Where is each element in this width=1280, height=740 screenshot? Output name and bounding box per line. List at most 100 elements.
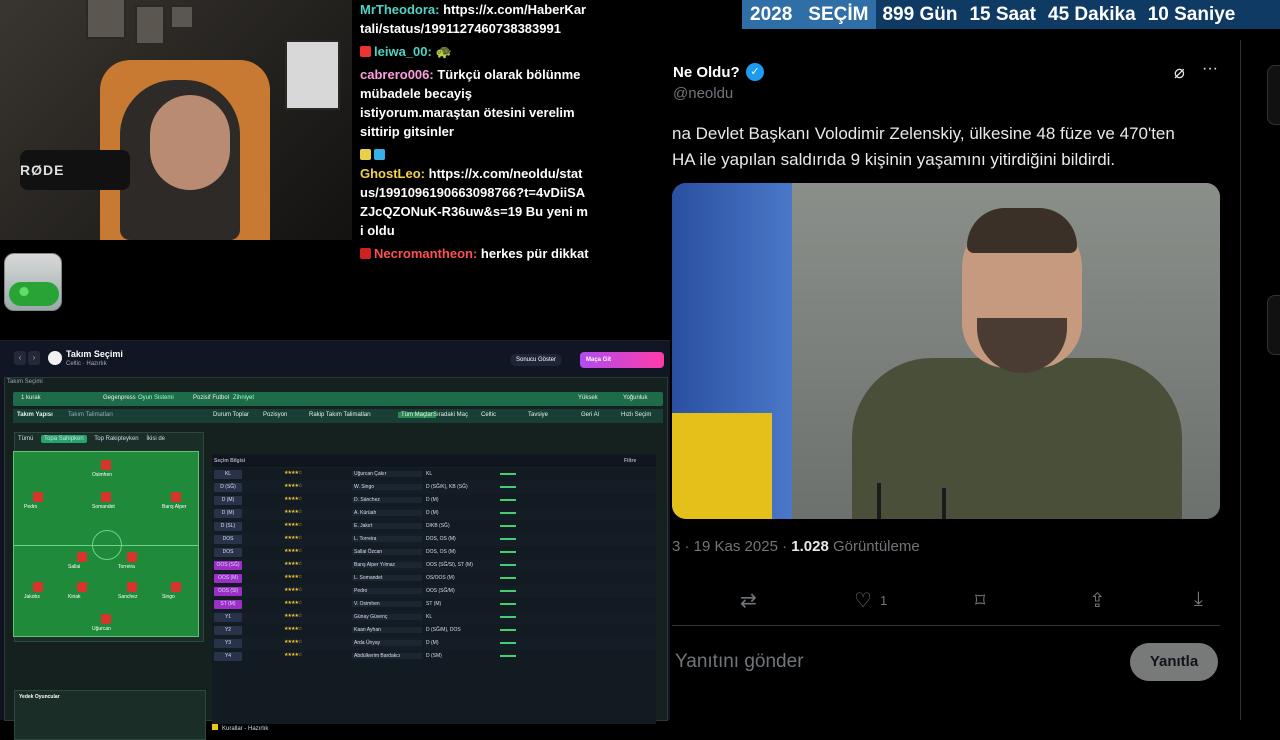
- player-name[interactable]: Sallai Özcan: [352, 549, 422, 555]
- table-row[interactable]: Y1 ★★★★☆ Günay Güvenç KL: [212, 611, 656, 624]
- chat-username[interactable]: cabrero006: [360, 67, 429, 82]
- table-row[interactable]: DOS ★★★★☆ Sallai Özcan DOS, OS (M): [212, 546, 656, 559]
- position-badge: OOS (SĞ): [214, 561, 242, 570]
- table-row[interactable]: D (SĞ) ★★★★☆ W. Singo D (SĞ/K), KB (SĞ): [212, 481, 656, 494]
- club-filter[interactable]: Celtic: [481, 412, 496, 418]
- side-tab[interactable]: [1267, 295, 1280, 355]
- all-matches-tab[interactable]: Tüm Maçlar: [398, 412, 436, 418]
- table-row[interactable]: Y3 ★★★★☆ Arda Ünyay D (M): [212, 637, 656, 650]
- tab-all[interactable]: Tümü: [18, 436, 33, 442]
- quick-select-button[interactable]: Hızlı Seçim: [621, 412, 651, 418]
- tweet-date: 3 · 19 Kas 2025 ·: [672, 538, 792, 555]
- player-name[interactable]: D. Sánchez: [352, 497, 422, 503]
- player-marker[interactable]: [101, 614, 111, 624]
- side-tab[interactable]: [1267, 65, 1280, 125]
- player-name[interactable]: V. Osimhen: [352, 601, 422, 607]
- table-header: Seçim Bilgisi Filtre: [212, 454, 656, 467]
- player-marker[interactable]: [77, 582, 87, 592]
- divider: [672, 625, 1220, 626]
- show-result-button[interactable]: Sonucu Göster: [510, 354, 562, 366]
- table-row[interactable]: D (M) ★★★★☆ A. Kürüah D (M): [212, 507, 656, 520]
- player-name[interactable]: Pedro: [352, 588, 422, 594]
- player-name[interactable]: Uğurcan Çakır: [352, 471, 422, 477]
- reply-button[interactable]: Yanıtla: [1130, 643, 1218, 681]
- table-row[interactable]: KL ★★★★☆ Uğurcan Çakır KL: [212, 468, 656, 481]
- chat-username[interactable]: leiwa_00: [374, 44, 428, 59]
- table-row[interactable]: D (SL) ★★★★☆ E. Jakırt D/KB (SĞ): [212, 520, 656, 533]
- cube-badge-icon: [374, 149, 385, 160]
- tweet-image[interactable]: [672, 183, 1220, 519]
- table-row[interactable]: OOS (SĞ) ★★★★☆ Barış Alper Yılmaz OOS (SĞ/S…: [212, 559, 656, 572]
- tab-both[interactable]: İkisi de: [146, 436, 165, 442]
- back-button[interactable]: ‹: [14, 351, 26, 365]
- undo-button[interactable]: Geri Al: [581, 412, 599, 418]
- player-name[interactable]: W. Singo: [352, 484, 422, 490]
- filter-button[interactable]: Filtre: [624, 458, 636, 464]
- table-row[interactable]: ST (M) ★★★★☆ V. Osimhen ST (M): [212, 598, 656, 611]
- streamer-face: [150, 95, 230, 190]
- player-name[interactable]: Barış Alper Yılmaz: [352, 562, 422, 568]
- rules-label[interactable]: Kurallar - Hazırlık: [222, 726, 268, 732]
- subs-title: Yedek Oyuncular: [19, 694, 60, 700]
- bookmark-icon[interactable]: ⌑: [975, 588, 985, 613]
- table-row[interactable]: Y4 ★★★★☆ Abdülkerim Bardakcı D (SM): [212, 650, 656, 663]
- forward-button[interactable]: ›: [28, 351, 40, 365]
- download-icon[interactable]: ⤓: [1194, 588, 1203, 611]
- advice-button[interactable]: Tavsiye: [528, 412, 548, 418]
- chat-username[interactable]: GhostLeo: [360, 166, 421, 181]
- intensity-value: Yüksek: [578, 395, 598, 401]
- player-marker[interactable]: [101, 460, 111, 470]
- table-row[interactable]: Y2 ★★★★☆ Kaan Ayhan D (SĞ/M), DOS: [212, 624, 656, 637]
- player-marker[interactable]: [77, 552, 87, 562]
- set-pieces-button[interactable]: Durum Toplar: [213, 412, 249, 418]
- tactics-toolbar: 1 kurak Gegenpress Oyun Sistemi Pozisif …: [13, 392, 663, 406]
- player-name[interactable]: E. Jakırt: [352, 523, 422, 529]
- opposition-instructions-button[interactable]: Rakip Takım Talimatları: [309, 412, 371, 418]
- player-name[interactable]: A. Kürüah: [352, 510, 422, 516]
- reply-input[interactable]: Yanıtını gönder: [675, 651, 804, 673]
- position-button[interactable]: Pozisyon: [263, 412, 287, 418]
- tab-team-structure[interactable]: Takım Yapısı: [17, 412, 53, 418]
- chat-username[interactable]: MrTheodora: [360, 2, 435, 17]
- tactic-style-dropdown[interactable]: Gegenpress: [103, 395, 136, 401]
- next-match-tab[interactable]: Sıradaki Maç: [433, 412, 468, 418]
- tweet-author-handle[interactable]: @neoldu: [673, 85, 733, 102]
- player-name[interactable]: Abdülkerim Bardakcı: [352, 653, 422, 659]
- tweet-view: Ne Oldu? ✓ @neoldu ⌀ ··· na Devlet Başka…: [672, 40, 1240, 720]
- table-row[interactable]: OOS (Sl) ★★★★☆ Pedro OOS (SĞ/M): [212, 585, 656, 598]
- like-icon[interactable]: ♡: [854, 588, 872, 613]
- player-marker[interactable]: [171, 582, 181, 592]
- more-icon[interactable]: ···: [1202, 60, 1218, 78]
- tab-out-of-possession[interactable]: Top Rakipteyken: [94, 436, 138, 442]
- microphone-stand: [877, 483, 881, 519]
- condition-bar: [500, 655, 516, 657]
- player-marker[interactable]: [171, 492, 181, 502]
- table-row[interactable]: OOS (M) ★★★★☆ L. Somandet OS/OOS (M): [212, 572, 656, 585]
- formation-dropdown[interactable]: 1 kurak: [21, 395, 41, 401]
- football-pitch: Osimhen Pedro Somandet Barış Alper Sallai Tor…: [13, 451, 199, 637]
- grok-icon[interactable]: ⌀: [1174, 62, 1185, 83]
- tab-in-possession[interactable]: Topa Sahipken: [41, 435, 87, 443]
- tab-team-instructions[interactable]: Takım Talimatları: [68, 412, 113, 418]
- tweet-author-name[interactable]: Ne Oldu?: [673, 64, 740, 81]
- rating-stars-icon: ★★★★☆: [284, 483, 302, 489]
- table-row[interactable]: D (M) ★★★★☆ D. Sánchez D (M): [212, 494, 656, 507]
- go-to-match-button[interactable]: Maça Git: [580, 352, 664, 368]
- player-marker[interactable]: [101, 492, 111, 502]
- player-name[interactable]: L. Somandet: [352, 575, 422, 581]
- player-name[interactable]: L. Torreira: [352, 536, 422, 542]
- player-marker[interactable]: [33, 582, 43, 592]
- panel-title: Takım Seçimi: [7, 379, 43, 385]
- retweet-icon[interactable]: ⇄: [740, 588, 757, 613]
- player-marker[interactable]: [127, 552, 137, 562]
- mentality-dropdown[interactable]: Pozisif Futbol: [193, 395, 229, 401]
- player-name[interactable]: Arda Ünyay: [352, 640, 422, 646]
- table-row[interactable]: DOS ★★★★☆ L. Torreira DOS, OS (M): [212, 533, 656, 546]
- player-name[interactable]: Kaan Ayhan: [352, 627, 422, 633]
- chat-username[interactable]: Necromantheon: [374, 246, 473, 261]
- player-name[interactable]: Günay Güvenç: [352, 614, 422, 620]
- share-icon[interactable]: ⇪: [1089, 588, 1106, 613]
- selection-info-button[interactable]: Seçim Bilgisi: [214, 458, 245, 464]
- player-marker[interactable]: [33, 492, 43, 502]
- player-marker[interactable]: [127, 582, 137, 592]
